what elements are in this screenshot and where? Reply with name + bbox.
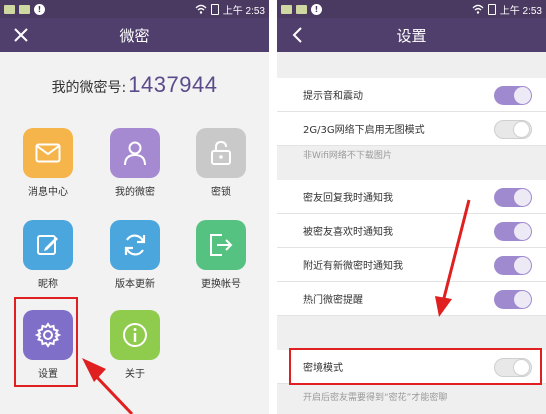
tile-message-center[interactable]: 消息中心 — [18, 128, 78, 198]
id-value: 1437944 — [128, 72, 218, 97]
page-title: 设置 — [396, 26, 427, 45]
title-bar: 设置 — [277, 18, 546, 52]
no-image-mode-toggle[interactable] — [494, 120, 532, 139]
close-button[interactable] — [10, 24, 32, 46]
status-time: 上午 2:53 — [499, 5, 542, 17]
warning-icon: ! — [34, 3, 45, 15]
right-phone-screen: ! 上午 2:53 设置 提示音和震动 2G/3G网络下启用无图模式 非Wifi… — [277, 0, 546, 414]
setting-row-hot-reminder[interactable]: 热门微密提醒 — [277, 282, 546, 316]
secret-mode-highlight-box — [289, 348, 542, 385]
liked-toggle[interactable] — [494, 222, 532, 241]
battery-icon — [487, 3, 496, 15]
settings-highlight-box — [14, 297, 78, 387]
id-label: 我的微密号: — [51, 80, 127, 96]
tile-switch-account[interactable]: 更换帐号 — [191, 220, 251, 290]
battery-icon — [210, 3, 219, 15]
title-bar: 微密 — [0, 18, 269, 52]
image-notification-icon — [19, 4, 30, 14]
setting-row-sound-vibration[interactable]: 提示音和震动 — [277, 78, 546, 112]
setting-label: 提示音和震动 — [303, 91, 363, 102]
lock-icon — [196, 128, 246, 178]
setting-row-no-image-mode[interactable]: 2G/3G网络下启用无图模式 — [277, 112, 546, 146]
info-icon — [110, 310, 160, 360]
tile-label: 我的微密 — [115, 187, 155, 198]
edit-icon — [23, 220, 73, 270]
tile-label: 更换帐号 — [201, 279, 241, 290]
status-bar: ! 上午 2:53 — [277, 0, 546, 18]
page-title: 微密 — [119, 26, 150, 45]
sound-vibration-toggle[interactable] — [494, 86, 532, 105]
person-icon — [110, 128, 160, 178]
tile-version-update[interactable]: 版本更新 — [105, 220, 165, 290]
tile-label: 密锁 — [211, 187, 231, 198]
no-image-hint: 非Wifi网络不下载图片 — [303, 151, 392, 161]
my-id-row: 我的微密号: 1437944 — [0, 72, 269, 98]
image-notification-icon — [296, 4, 307, 14]
settings-group-notifications: 密友回复我时通知我 被密友喜欢时通知我 附近有新微密时通知我 热门微密提醒 — [277, 180, 546, 316]
tile-nickname[interactable]: 昵称 — [18, 220, 78, 290]
setting-label: 热门微密提醒 — [303, 295, 363, 306]
envelope-icon — [23, 128, 73, 178]
image-notification-icon — [4, 4, 15, 14]
setting-label: 密友回复我时通知我 — [303, 193, 393, 204]
nearby-toggle[interactable] — [494, 256, 532, 275]
left-phone-screen: ! 上午 2:53 微密 我的微密号: 1437944 消息中心 我的微密 密锁… — [0, 0, 269, 414]
tile-my-secrets[interactable]: 我的微密 — [105, 128, 165, 198]
back-button[interactable] — [287, 24, 309, 46]
status-bar: ! 上午 2:53 — [0, 0, 269, 18]
chevron-left-icon — [292, 27, 302, 43]
setting-row-nearby[interactable]: 附近有新微密时通知我 — [277, 248, 546, 282]
warning-icon: ! — [311, 3, 322, 15]
setting-row-liked[interactable]: 被密友喜欢时通知我 — [277, 214, 546, 248]
refresh-icon — [110, 220, 160, 270]
secret-mode-hint: 开启后密友需要得到“密花”才能密聊 — [303, 393, 448, 403]
status-time: 上午 2:53 — [222, 5, 265, 17]
setting-row-friend-reply[interactable]: 密友回复我时通知我 — [277, 180, 546, 214]
hot-reminder-toggle[interactable] — [494, 290, 532, 309]
setting-label: 附近有新微密时通知我 — [303, 261, 403, 272]
image-notification-icon — [281, 4, 292, 14]
tile-lock[interactable]: 密锁 — [191, 128, 251, 198]
tile-about[interactable]: 关于 — [105, 310, 165, 380]
wifi-icon — [472, 4, 484, 14]
switch-account-icon — [196, 220, 246, 270]
tile-label: 昵称 — [38, 279, 58, 290]
tile-label: 版本更新 — [115, 279, 155, 290]
tile-label: 关于 — [125, 369, 145, 380]
wifi-icon — [195, 4, 207, 14]
close-icon — [14, 28, 28, 42]
settings-group-general: 提示音和震动 2G/3G网络下启用无图模式 非Wifi网络不下载图片 — [277, 78, 546, 168]
tile-label: 消息中心 — [28, 187, 68, 198]
setting-label: 被密友喜欢时通知我 — [303, 227, 393, 238]
setting-label: 2G/3G网络下启用无图模式 — [303, 125, 425, 136]
friend-reply-toggle[interactable] — [494, 188, 532, 207]
